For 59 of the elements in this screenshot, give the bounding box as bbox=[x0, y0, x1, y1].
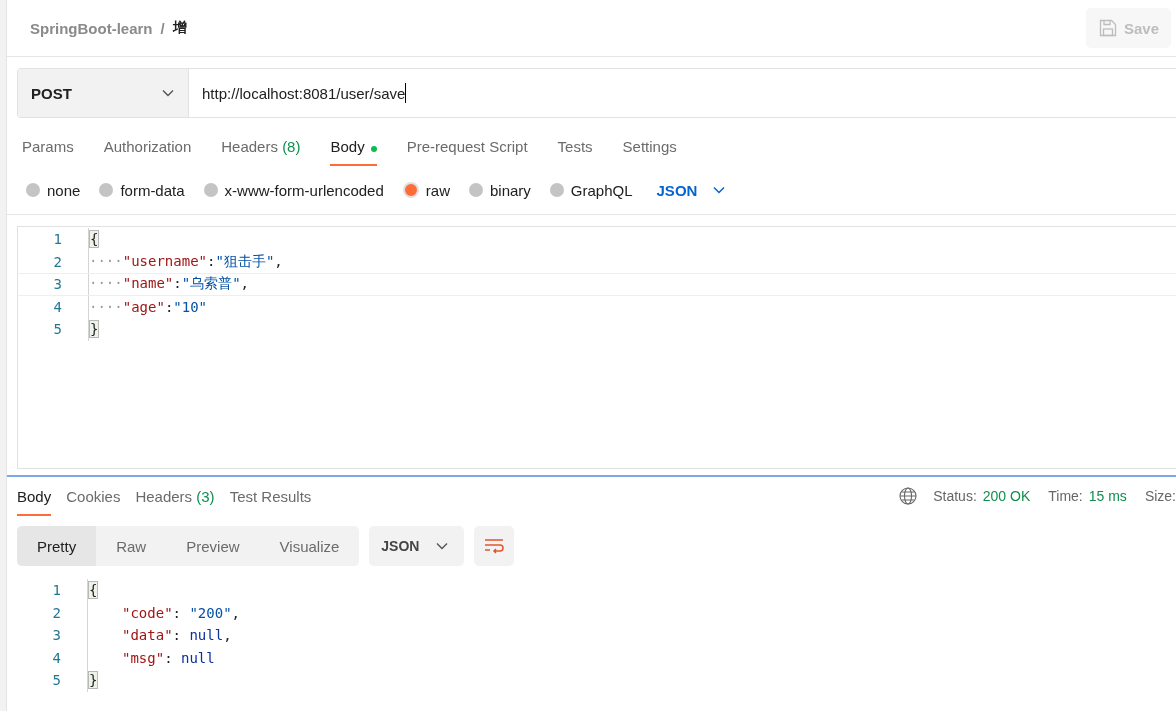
response-format-dropdown[interactable]: JSON bbox=[369, 526, 465, 566]
body-type-radio[interactable]: GraphQL bbox=[549, 181, 633, 199]
line-number: 2 bbox=[52, 253, 62, 270]
request-body-editor[interactable]: 1 { 2 ····"username":"狙击手", 3 ····"name":"乌索普", 4 ····"age":"10" 5 } bbox=[17, 226, 1176, 469]
view-mode-tab[interactable]: Pretty bbox=[17, 526, 97, 566]
radio-icon[interactable] bbox=[549, 183, 564, 197]
line-number: 4 bbox=[51, 649, 61, 666]
status-label: Status: bbox=[933, 488, 977, 504]
code-line: "code": "200", bbox=[121, 604, 241, 621]
line-number: 2 bbox=[51, 604, 61, 621]
body-type-radio[interactable]: form-data bbox=[99, 181, 185, 199]
collection-name[interactable]: SpringBoot-learn bbox=[30, 19, 153, 37]
wrap-lines-icon bbox=[484, 538, 505, 554]
code-line: "data": null, bbox=[121, 627, 232, 644]
request-tab[interactable]: Body bbox=[330, 136, 377, 166]
request-name[interactable]: 增 bbox=[172, 19, 187, 37]
request-tab[interactable]: Params bbox=[22, 136, 74, 166]
request-tab[interactable]: Tests bbox=[557, 136, 593, 166]
line-number: 1 bbox=[51, 582, 61, 599]
body-type-radio[interactable]: binary bbox=[468, 181, 531, 199]
code-line: ····"age":"10" bbox=[89, 298, 208, 315]
time-label: Time: bbox=[1048, 488, 1083, 504]
radio-icon[interactable] bbox=[468, 183, 483, 197]
globe-icon[interactable] bbox=[899, 487, 918, 505]
body-type-radio[interactable]: x-www-form-urlencoded bbox=[203, 181, 384, 199]
radio-icon[interactable] bbox=[402, 182, 419, 198]
view-mode-tab[interactable]: Raw bbox=[96, 526, 167, 566]
request-tab[interactable]: Settings bbox=[622, 136, 677, 166]
breadcrumb-separator: / bbox=[160, 19, 165, 37]
line-number: 5 bbox=[51, 672, 61, 689]
line-number: 4 bbox=[52, 298, 62, 315]
format-dropdown[interactable]: JSON bbox=[656, 181, 726, 199]
view-mode-tab[interactable]: Preview bbox=[166, 526, 260, 566]
line-number: 5 bbox=[52, 321, 62, 338]
size-label: Size: bbox=[1144, 488, 1176, 504]
request-tab[interactable]: Headers (8) bbox=[221, 136, 301, 166]
wrap-lines-button[interactable] bbox=[474, 526, 515, 566]
response-tab[interactable]: Body bbox=[17, 477, 52, 516]
request-tab[interactable]: Pre-request Script bbox=[406, 136, 528, 166]
code-line: ····"name":"乌索普", bbox=[89, 275, 250, 294]
chevron-down-icon bbox=[713, 186, 726, 194]
radio-icon[interactable] bbox=[26, 183, 40, 197]
radio-icon[interactable] bbox=[99, 183, 114, 197]
body-type-radio[interactable]: none bbox=[26, 181, 81, 199]
body-type-radio[interactable]: raw bbox=[402, 181, 450, 199]
response-tab[interactable]: Headers (3) bbox=[135, 477, 215, 516]
line-number: 1 bbox=[52, 231, 62, 248]
request-tab[interactable]: Authorization bbox=[103, 136, 192, 166]
code-line: ····"username":"狙击手", bbox=[89, 252, 283, 271]
chevron-down-icon bbox=[436, 542, 449, 550]
line-number: 3 bbox=[52, 276, 62, 293]
radio-icon[interactable] bbox=[203, 183, 218, 197]
code-line: "msg": null bbox=[121, 649, 215, 666]
time-value: 15 ms bbox=[1088, 488, 1127, 504]
status-value: 200 OK bbox=[982, 488, 1031, 504]
response-tab[interactable]: Cookies bbox=[66, 477, 121, 516]
line-number: 3 bbox=[51, 627, 61, 644]
response-tab[interactable]: Test Results bbox=[229, 477, 312, 516]
view-mode-tab[interactable]: Visualize bbox=[259, 526, 360, 566]
